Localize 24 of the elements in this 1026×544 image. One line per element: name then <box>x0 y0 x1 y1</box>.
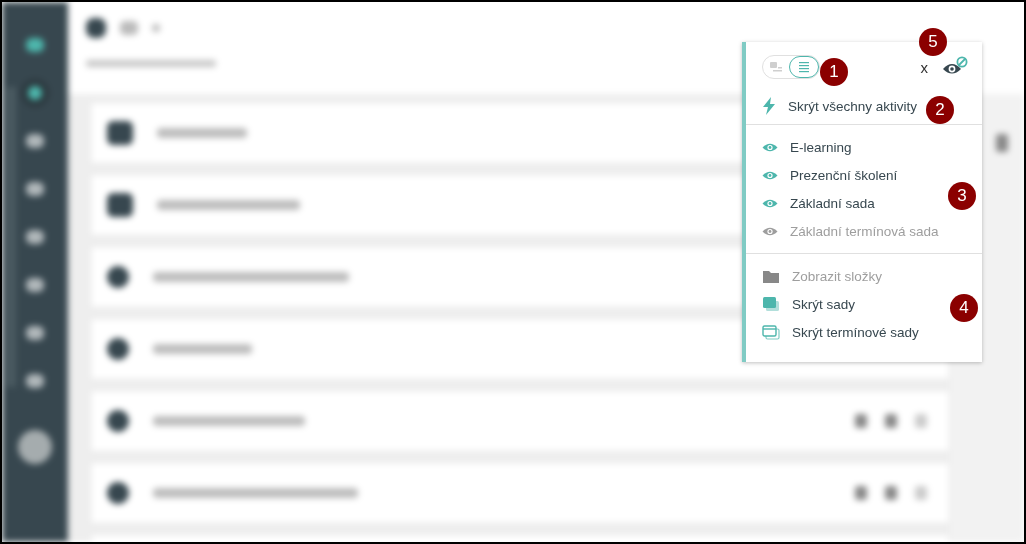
activity-type-toggle[interactable]: E-learning <box>746 133 860 161</box>
eye-icon <box>762 197 778 209</box>
eye-icon <box>762 225 778 237</box>
hide-all-button[interactable]: Skrýt všechny aktivity <box>746 92 926 120</box>
logo-icon <box>26 38 44 52</box>
nav-icon[interactable] <box>26 134 44 148</box>
close-button[interactable]: x <box>916 58 932 76</box>
stack-icon <box>762 296 780 312</box>
folder-icon <box>762 268 780 284</box>
nav-icon[interactable] <box>26 374 44 388</box>
avatar-icon[interactable] <box>18 430 52 464</box>
eye-icon <box>762 141 778 153</box>
nav-icon[interactable] <box>26 326 44 340</box>
display-option[interactable]: Skrýt termínové sady <box>746 318 927 346</box>
display-option[interactable]: Skrýt sady <box>746 290 864 318</box>
nav-icon[interactable] <box>26 278 44 292</box>
list-icon <box>798 61 810 73</box>
lightning-icon <box>762 97 776 115</box>
nav-icon[interactable] <box>26 230 44 244</box>
activity-type-toggle[interactable]: Základní sada <box>746 189 883 217</box>
eye-icon <box>762 169 778 181</box>
activity-type-toggle[interactable]: Prezenční školení <box>746 161 906 189</box>
calendar-stack-icon <box>762 324 780 340</box>
nav-icon[interactable] <box>26 182 44 196</box>
